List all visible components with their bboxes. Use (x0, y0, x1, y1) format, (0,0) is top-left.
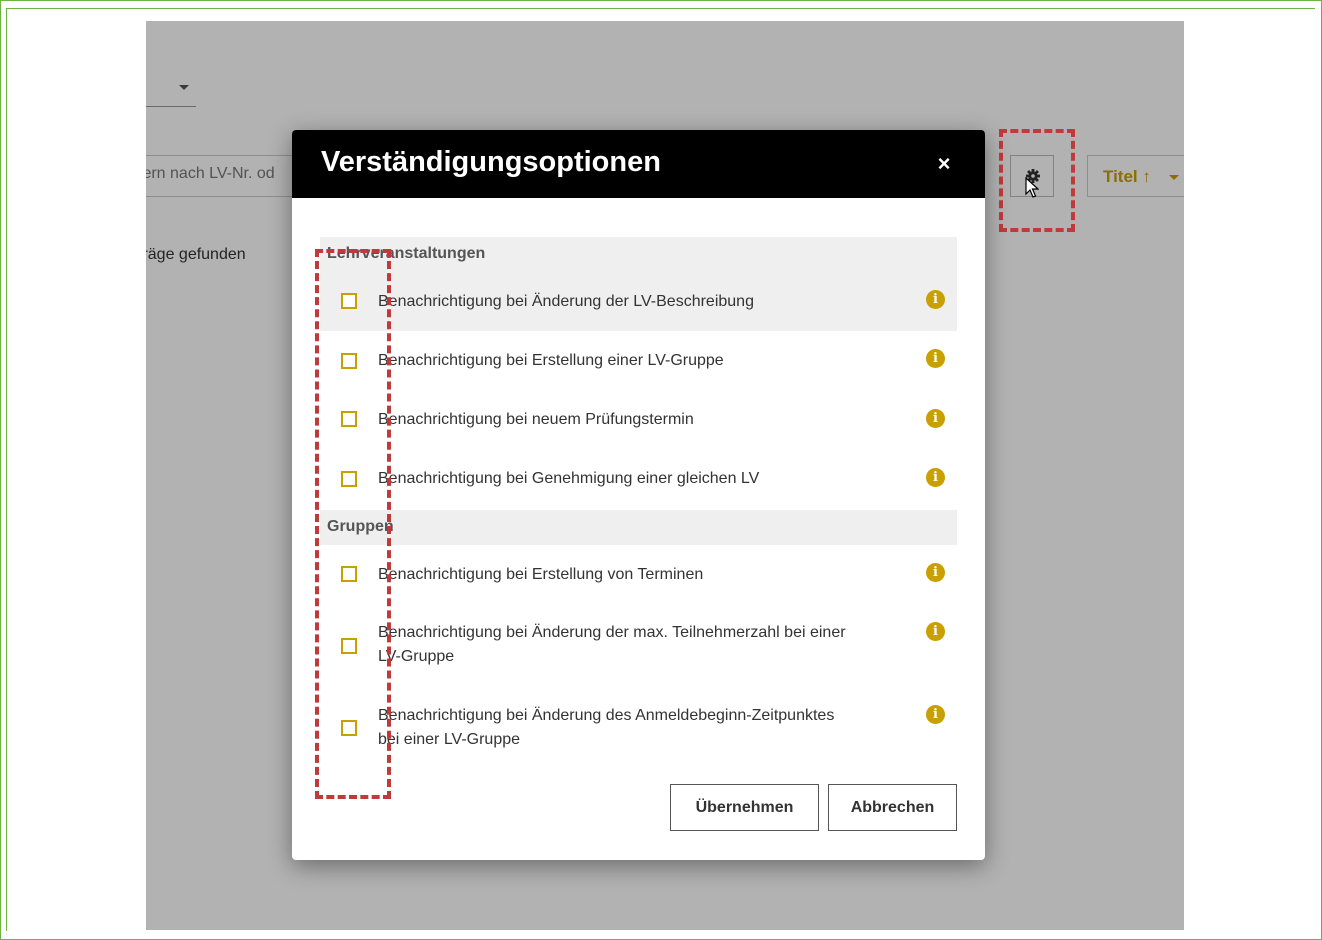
settings-highlight-box (999, 129, 1075, 232)
info-icon[interactable]: i (926, 563, 945, 582)
option-row[interactable]: Benachrichtigung bei Erstellung einer LV… (320, 331, 957, 390)
option-label: Benachrichtigung bei neuem Prüfungstermi… (378, 411, 694, 428)
info-icon[interactable]: i (926, 622, 945, 641)
option-label: Benachrichtigung bei Änderung des Anmeld… (378, 707, 835, 748)
option-label: Benachrichtigung bei Genehmigung einer g… (378, 470, 760, 487)
option-label: Benachrichtigung bei Änderung der max. T… (378, 624, 846, 665)
info-icon[interactable]: i (926, 468, 945, 487)
option-label: Benachrichtigung bei Änderung der LV-Bes… (378, 293, 754, 310)
info-icon[interactable]: i (926, 290, 945, 309)
option-row[interactable]: Benachrichtigung bei Änderung der max. T… (320, 603, 957, 685)
info-icon[interactable]: i (926, 349, 945, 368)
section-lehrveranstaltungen: Lehrveranstaltungen (320, 237, 957, 272)
close-icon[interactable]: × (932, 152, 956, 176)
checkbox-column-highlight-box (315, 249, 391, 799)
notification-options-dialog: Verständigungsoptionen × Lehrveranstaltu… (292, 130, 985, 860)
section-gruppen: Gruppen (320, 510, 957, 545)
option-row[interactable]: Benachrichtigung bei Änderung des Anmeld… (320, 685, 957, 765)
option-label: Benachrichtigung bei Erstellung einer LV… (378, 352, 724, 369)
info-icon[interactable]: i (926, 705, 945, 724)
option-label: Benachrichtigung bei Erstellung von Term… (378, 566, 704, 583)
option-row[interactable]: Benachrichtigung bei Erstellung von Term… (320, 545, 957, 603)
dialog-title: Verständigungsoptionen (321, 146, 661, 178)
info-icon[interactable]: i (926, 409, 945, 428)
option-row[interactable]: Benachrichtigung bei neuem Prüfungstermi… (320, 390, 957, 449)
cancel-button[interactable]: Abbrechen (828, 784, 957, 831)
dialog-header: Verständigungsoptionen × (292, 130, 985, 198)
apply-button[interactable]: Übernehmen (670, 784, 819, 831)
option-row[interactable]: Benachrichtigung bei Änderung der LV-Bes… (320, 272, 957, 331)
option-row[interactable]: Benachrichtigung bei Genehmigung einer g… (320, 449, 957, 508)
